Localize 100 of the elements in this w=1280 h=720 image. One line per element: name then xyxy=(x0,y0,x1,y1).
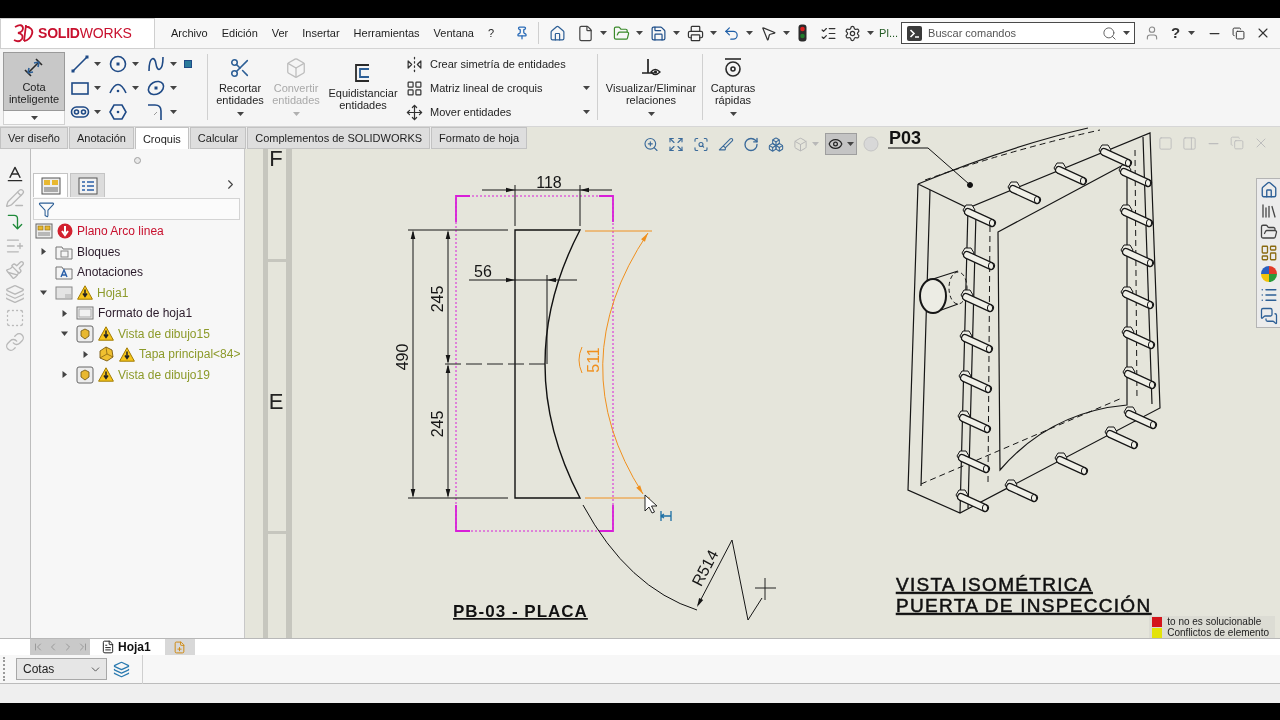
dimension-icon xyxy=(23,58,45,78)
save-icon[interactable] xyxy=(650,24,668,42)
caret-icon[interactable] xyxy=(94,110,101,114)
ribbon-button[interactable]: Cota inteligente xyxy=(3,52,65,111)
caret-icon[interactable] xyxy=(636,31,644,35)
caret-icon[interactable] xyxy=(1188,31,1196,35)
tab[interactable]: Anotación xyxy=(69,127,134,149)
ribbon-button[interactable]: Visualizar/Eliminar relaciones xyxy=(603,52,699,123)
menu-item[interactable]: Archivo xyxy=(164,22,215,44)
caret-icon[interactable] xyxy=(94,86,101,90)
help-button[interactable]: ? xyxy=(1169,24,1183,42)
tree-item[interactable]: Anotaciones xyxy=(77,265,144,280)
layer-select[interactable]: Cotas xyxy=(16,658,107,680)
caret-icon[interactable] xyxy=(746,31,754,35)
undo-icon[interactable] xyxy=(723,24,741,42)
panel-tab[interactable] xyxy=(70,173,105,197)
caret-icon[interactable] xyxy=(783,31,791,35)
color-ball-icon[interactable] xyxy=(1259,265,1278,283)
circle-icon[interactable] xyxy=(108,54,128,74)
cube-icon xyxy=(97,345,115,364)
caret-icon[interactable] xyxy=(583,86,590,90)
tab[interactable]: Calcular xyxy=(189,127,247,149)
new-file-icon[interactable] xyxy=(577,24,595,42)
menu-item[interactable]: ? xyxy=(481,22,502,44)
toggle-arrow-icon[interactable] xyxy=(39,289,47,297)
zoom-in-icon xyxy=(643,135,659,153)
caret-icon[interactable] xyxy=(673,31,681,35)
toggle-arrow-icon[interactable] xyxy=(39,248,47,256)
caret-icon[interactable] xyxy=(170,110,177,114)
open-folder-icon[interactable] xyxy=(1259,223,1278,241)
filter-icon[interactable] xyxy=(38,200,55,218)
tiles-icon[interactable] xyxy=(1259,244,1278,262)
caret-icon[interactable] xyxy=(94,62,101,66)
caret-icon[interactable] xyxy=(1123,31,1131,35)
logo-icon xyxy=(13,23,35,43)
caret-icon[interactable] xyxy=(647,112,655,116)
menu-item[interactable]: Edición xyxy=(214,22,265,44)
caret-icon[interactable] xyxy=(170,86,177,90)
traffic-light-icon[interactable] xyxy=(798,24,808,42)
ribbon-button[interactable]: Equidistanciar entidades xyxy=(325,52,401,123)
ribbon-list-item[interactable]: Matriz lineal de croquis xyxy=(404,76,594,100)
caret-icon[interactable] xyxy=(867,31,875,35)
search-icon[interactable] xyxy=(1102,25,1118,41)
ribbon-button[interactable]: Recortar entidades xyxy=(213,52,267,123)
panel-tab[interactable] xyxy=(33,173,68,197)
menu-item[interactable]: Insertar xyxy=(295,22,347,44)
toggle-arrow-icon[interactable] xyxy=(81,350,89,358)
menu-item[interactable]: Ventana xyxy=(426,22,481,44)
ribbon-list-item[interactable]: Mover entidades xyxy=(404,100,594,124)
view-tool-button[interactable] xyxy=(825,133,857,155)
folder-icon xyxy=(55,263,73,282)
rotate-icon xyxy=(743,135,759,153)
hexagon-icon[interactable] xyxy=(108,102,128,122)
list-icon[interactable] xyxy=(1259,286,1278,304)
handle-dot-icon[interactable] xyxy=(134,156,141,164)
tab[interactable]: Ver diseño xyxy=(0,127,68,149)
search-box[interactable]: Buscar comandos xyxy=(901,22,1136,44)
caret-icon[interactable] xyxy=(710,31,718,35)
curve-icon[interactable] xyxy=(146,54,166,74)
home-icon[interactable] xyxy=(549,24,567,42)
restore-icon[interactable] xyxy=(1232,26,1246,40)
corner-arrow-icon[interactable] xyxy=(5,212,25,232)
layers-icon[interactable] xyxy=(113,660,130,678)
menu-item[interactable]: Herramientas xyxy=(346,22,427,44)
caret-icon[interactable] xyxy=(132,62,139,66)
books-icon[interactable] xyxy=(1259,202,1278,220)
expand-icon xyxy=(668,135,684,153)
caret-icon[interactable] xyxy=(132,86,139,90)
tree-item[interactable]: Bloques xyxy=(77,244,121,259)
ribbon-button[interactable]: Capturas rápidas xyxy=(708,52,758,123)
search-field[interactable]: Buscar comandos xyxy=(928,24,1097,42)
tab[interactable]: Formato de hoja xyxy=(431,127,528,149)
quick-access-label[interactable]: Pl... xyxy=(879,27,899,39)
ribbon-list-item[interactable]: Crear simetría de entidades xyxy=(404,52,594,76)
tab[interactable]: Croquis xyxy=(134,127,189,149)
toggle-arrow-icon[interactable] xyxy=(60,330,68,338)
home-icon[interactable] xyxy=(1259,181,1278,199)
open-folder-icon[interactable] xyxy=(613,24,631,42)
caret-icon[interactable] xyxy=(600,31,608,35)
toggle-arrow-icon[interactable] xyxy=(60,371,68,379)
pointer-icon[interactable] xyxy=(760,24,778,42)
caret-icon xyxy=(847,142,854,146)
line-icon[interactable] xyxy=(70,54,90,74)
letter-a-icon[interactable] xyxy=(5,164,25,184)
tree-item[interactable]: Plano Arco linea xyxy=(77,224,164,239)
toggle-arrow-icon[interactable] xyxy=(60,309,68,317)
tab[interactable]: Complementos de SOLIDWORKS xyxy=(247,127,431,149)
pin-icon[interactable] xyxy=(515,26,530,40)
drawing-sheet-icon xyxy=(35,222,53,241)
arc-symbol-icon xyxy=(578,346,583,374)
caret-icon[interactable] xyxy=(729,112,737,116)
caret-icon[interactable] xyxy=(583,110,590,114)
caret-icon[interactable] xyxy=(170,62,177,66)
tree-item[interactable]: Formato de hoja1 xyxy=(98,306,193,321)
settings-icon[interactable] xyxy=(844,24,862,42)
caret-icon[interactable] xyxy=(236,112,244,116)
ellipse-icon[interactable] xyxy=(146,78,166,98)
printer-icon[interactable] xyxy=(687,24,705,42)
menu-item[interactable]: Ver xyxy=(264,22,296,44)
chat-icon[interactable] xyxy=(1259,307,1278,325)
